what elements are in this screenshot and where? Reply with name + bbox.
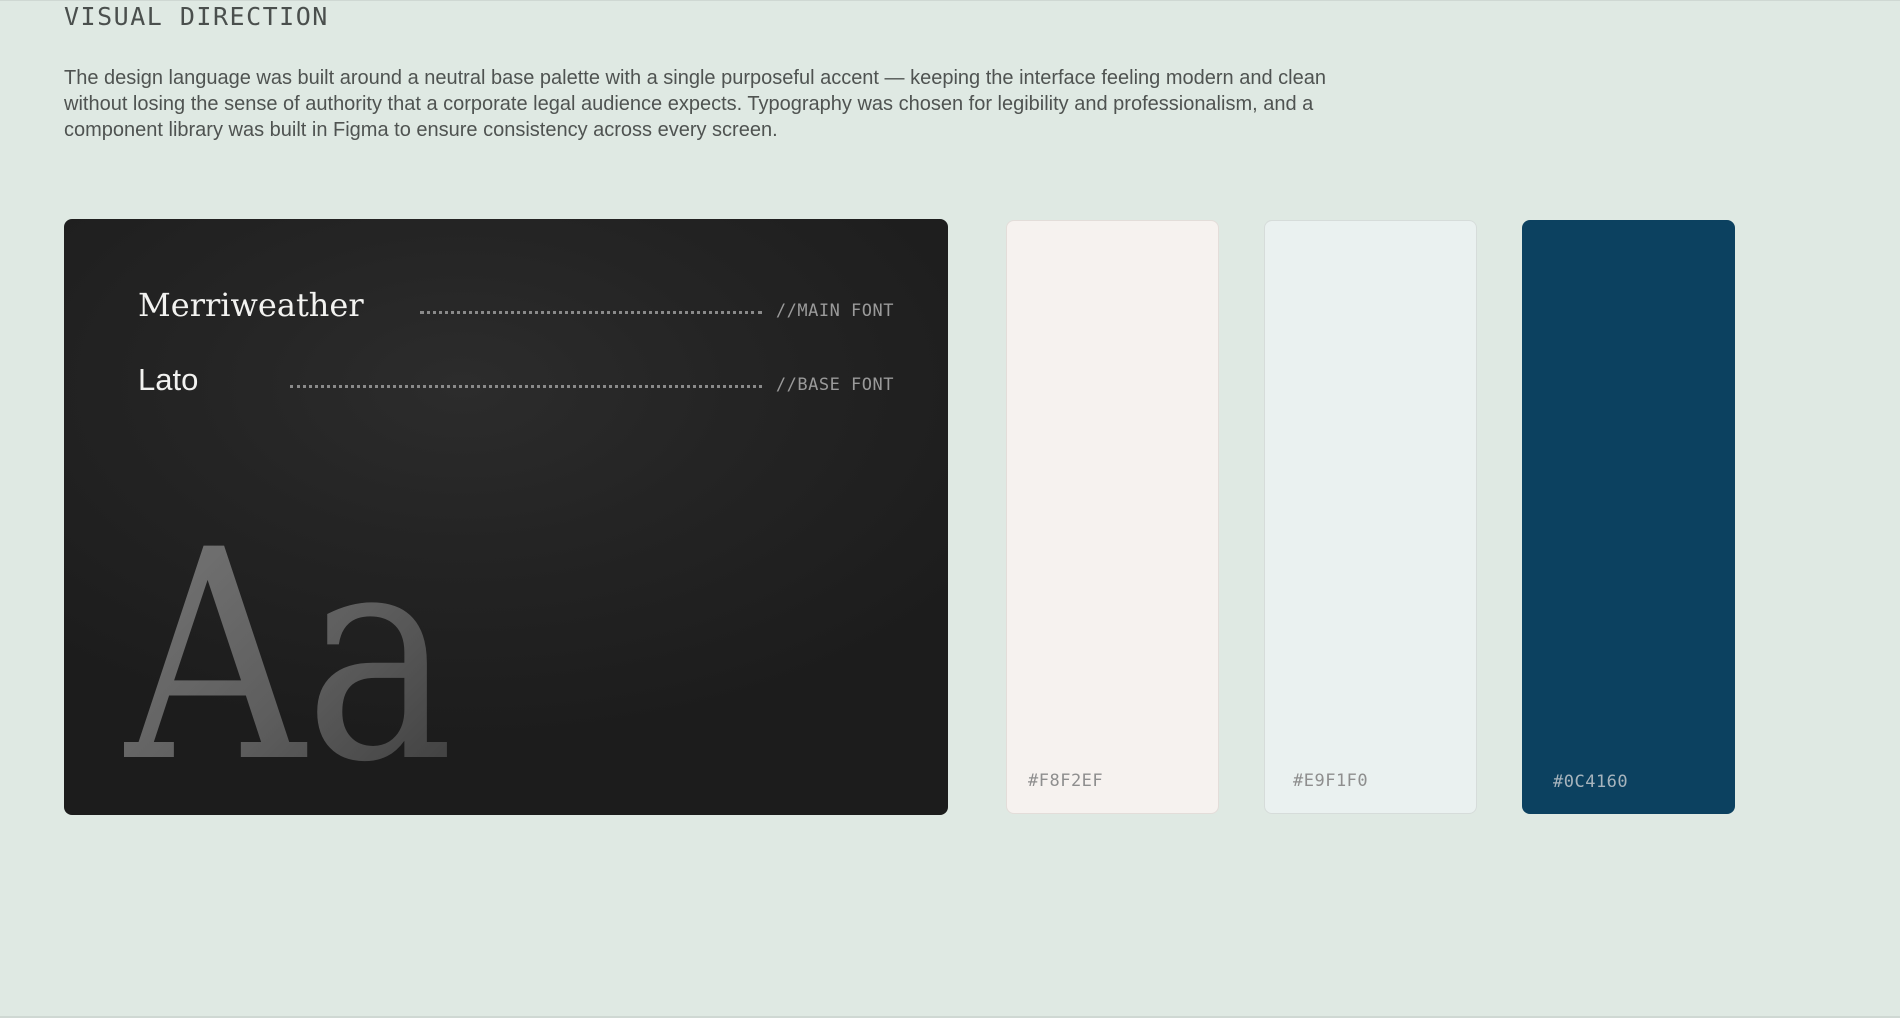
main-font-role: //MAIN FONT [775,301,894,321]
base-font-row: Lato //BASE FONT [138,364,894,395]
top-divider [0,0,1900,1]
swatch-accent: #0C4160 [1522,220,1735,814]
dotted-leader [419,311,762,314]
swatch-neutral-warm: #F8F2EF [1006,220,1219,814]
intro-paragraph: The design language was built around a n… [64,67,1326,141]
swatch-hex-label: #0C4160 [1553,772,1629,792]
base-font-name: Lato [138,362,199,397]
dotted-leader [290,385,762,388]
typography-card: Merriweather //MAIN FONT Lato //BASE FON… [64,219,948,815]
type-specimen-graphic: Aa [124,525,454,765]
section-title: VISUAL DIRECTION [64,2,329,31]
base-font-role: //BASE FONT [775,375,894,395]
specimen-text: Aa [124,525,454,765]
swatch-hex-label: #E9F1F0 [1293,771,1369,791]
swatch-hex-label: #F8F2EF [1028,771,1104,791]
swatch-neutral-cool: #E9F1F0 [1264,220,1477,814]
type-specimen: Aa [124,525,584,765]
main-font-row: Merriweather //MAIN FONT [138,289,894,321]
main-font-name: Merriweather [138,286,364,324]
